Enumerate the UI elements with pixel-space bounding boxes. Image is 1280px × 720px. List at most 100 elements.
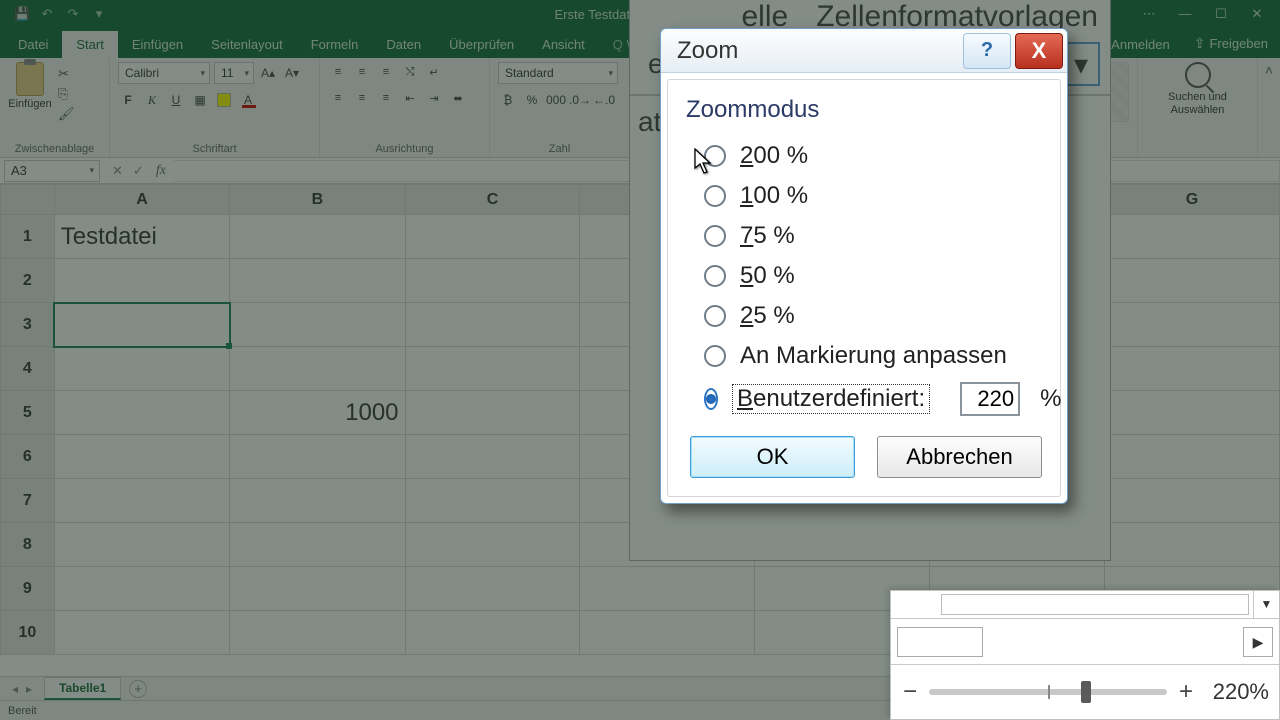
- italic-button[interactable]: K: [142, 90, 162, 110]
- tab-scroll-right-icon[interactable]: ▸: [26, 682, 32, 696]
- ribbon-options-icon[interactable]: ⋯: [1132, 4, 1166, 24]
- minimize-icon[interactable]: —: [1168, 4, 1202, 24]
- tab-formeln[interactable]: Formeln: [297, 31, 373, 58]
- maximize-icon[interactable]: ☐: [1204, 4, 1238, 24]
- increase-decimal-icon[interactable]: .0→: [570, 90, 590, 110]
- tab-scroll-left-icon[interactable]: ◂: [12, 682, 18, 696]
- row-header[interactable]: 8: [1, 523, 55, 567]
- decrease-indent-icon[interactable]: ⇤: [400, 88, 420, 108]
- zoom-out-button[interactable]: −: [901, 678, 919, 706]
- zoom-option-200[interactable]: 200 %: [686, 136, 1042, 176]
- group-font: Calibri 11 A▴ A▾ F K U ▦ A Schriftart: [110, 58, 320, 157]
- cut-icon[interactable]: ✂: [58, 66, 76, 80]
- tab-datei[interactable]: Datei: [4, 31, 62, 58]
- ok-button[interactable]: OK: [690, 436, 855, 478]
- custom-zoom-input[interactable]: [960, 382, 1020, 416]
- sheet-tab-1[interactable]: Tabelle1: [44, 677, 121, 700]
- cancel-entry-icon[interactable]: ✕: [112, 163, 123, 179]
- dialog-help-button[interactable]: ?: [963, 33, 1011, 69]
- slider-thumb[interactable]: [1081, 681, 1091, 703]
- col-header-c[interactable]: C: [405, 185, 580, 215]
- zoom-combo-dropdown-icon[interactable]: ▼: [1253, 591, 1279, 618]
- confirm-entry-icon[interactable]: ✓: [133, 163, 144, 179]
- col-header-g[interactable]: G: [1105, 185, 1280, 215]
- font-size-combo[interactable]: 11: [214, 62, 254, 84]
- row-header[interactable]: 5: [1, 391, 55, 435]
- undo-icon[interactable]: ↶: [40, 6, 54, 22]
- borders-icon[interactable]: ▦: [190, 90, 210, 110]
- zoom-value-label[interactable]: 220%: [1205, 679, 1269, 705]
- percent-icon[interactable]: %: [522, 90, 542, 110]
- orientation-icon[interactable]: ⤭: [400, 62, 420, 82]
- row-header[interactable]: 4: [1, 347, 55, 391]
- col-header-a[interactable]: A: [54, 185, 230, 215]
- qat-customize-icon[interactable]: ▾: [92, 6, 106, 22]
- zoom-option-custom[interactable]: Benutzerdefiniert: %: [686, 376, 1042, 422]
- accounting-icon[interactable]: ₿: [498, 90, 518, 110]
- format-painter-icon[interactable]: 🖌: [58, 106, 76, 120]
- row-header[interactable]: 6: [1, 435, 55, 479]
- zoom-option-100[interactable]: 100 %: [686, 176, 1042, 216]
- select-all-corner[interactable]: [1, 185, 55, 215]
- cell-a3-selected[interactable]: [54, 303, 230, 347]
- hscroll-right-icon[interactable]: ▶: [1243, 627, 1273, 657]
- redo-icon[interactable]: ↷: [66, 6, 80, 22]
- comma-icon[interactable]: 000: [546, 90, 566, 110]
- align-center-icon[interactable]: ≡: [352, 88, 372, 108]
- row-header[interactable]: 3: [1, 303, 55, 347]
- row-header[interactable]: 1: [1, 215, 55, 259]
- fx-icon[interactable]: fx: [156, 163, 174, 179]
- align-right-icon[interactable]: ≡: [376, 88, 396, 108]
- cell-b5[interactable]: 1000: [230, 391, 405, 435]
- increase-indent-icon[interactable]: ⇥: [424, 88, 444, 108]
- tab-ansicht[interactable]: Ansicht: [528, 31, 599, 58]
- save-icon[interactable]: 💾: [14, 6, 28, 22]
- copy-icon[interactable]: ⎘: [58, 86, 76, 100]
- font-name-combo[interactable]: Calibri: [118, 62, 210, 84]
- row-header[interactable]: 7: [1, 479, 55, 523]
- zoom-option-50[interactable]: 50 %: [686, 256, 1042, 296]
- zoom-slider[interactable]: [929, 689, 1167, 695]
- row-header[interactable]: 9: [1, 567, 55, 611]
- tab-ueberpruefen[interactable]: Überprüfen: [435, 31, 528, 58]
- decrease-font-icon[interactable]: A▾: [282, 63, 302, 83]
- zoom-combo[interactable]: [941, 594, 1249, 615]
- find-select-button[interactable]: Suchen und Auswählen: [1163, 62, 1233, 116]
- share-button[interactable]: ⇪Freigeben: [1182, 29, 1280, 58]
- name-box[interactable]: A3: [4, 160, 100, 182]
- dialog-titlebar[interactable]: Zoom ? X: [661, 29, 1067, 73]
- wrap-text-icon[interactable]: ↵: [424, 62, 444, 82]
- tab-einfuegen[interactable]: Einfügen: [118, 31, 197, 58]
- row-header[interactable]: 10: [1, 611, 55, 655]
- zoom-option-25[interactable]: 25 %: [686, 296, 1042, 336]
- collapse-ribbon-icon[interactable]: ˄: [1258, 58, 1280, 157]
- underline-button[interactable]: U: [166, 90, 186, 110]
- cancel-button[interactable]: Abbrechen: [877, 436, 1042, 478]
- align-left-icon[interactable]: ≡: [328, 88, 348, 108]
- tab-start[interactable]: Start: [62, 31, 117, 58]
- align-middle-icon[interactable]: ≡: [352, 62, 372, 82]
- merge-icon[interactable]: ⬌: [448, 88, 468, 108]
- fill-color-button[interactable]: [214, 90, 234, 110]
- tab-daten[interactable]: Daten: [372, 31, 435, 58]
- align-top-icon[interactable]: ≡: [328, 62, 348, 82]
- cell-a1[interactable]: Testdatei: [54, 215, 230, 259]
- decrease-decimal-icon[interactable]: ←.0: [594, 90, 614, 110]
- row-header[interactable]: 2: [1, 259, 55, 303]
- increase-font-icon[interactable]: A▴: [258, 63, 278, 83]
- zoom-option-fit-selection[interactable]: An Markierung anpassen: [686, 336, 1042, 376]
- tab-seitenlayout[interactable]: Seitenlayout: [197, 31, 297, 58]
- zoom-in-button[interactable]: +: [1177, 678, 1195, 706]
- zoom-text-input[interactable]: [897, 627, 983, 657]
- zoom-option-75[interactable]: 75 %: [686, 216, 1042, 256]
- col-header-b[interactable]: B: [230, 185, 405, 215]
- dialog-close-button[interactable]: X: [1015, 33, 1063, 69]
- font-color-button[interactable]: A: [238, 90, 258, 110]
- number-format-combo[interactable]: Standard: [498, 62, 618, 84]
- align-bottom-icon[interactable]: ≡: [376, 62, 396, 82]
- add-sheet-button[interactable]: +: [129, 680, 147, 698]
- sign-in[interactable]: Anmelden: [1099, 31, 1182, 58]
- paste-button[interactable]: Einfügen: [8, 62, 52, 110]
- close-icon[interactable]: ✕: [1240, 4, 1274, 24]
- bold-button[interactable]: F: [118, 90, 138, 110]
